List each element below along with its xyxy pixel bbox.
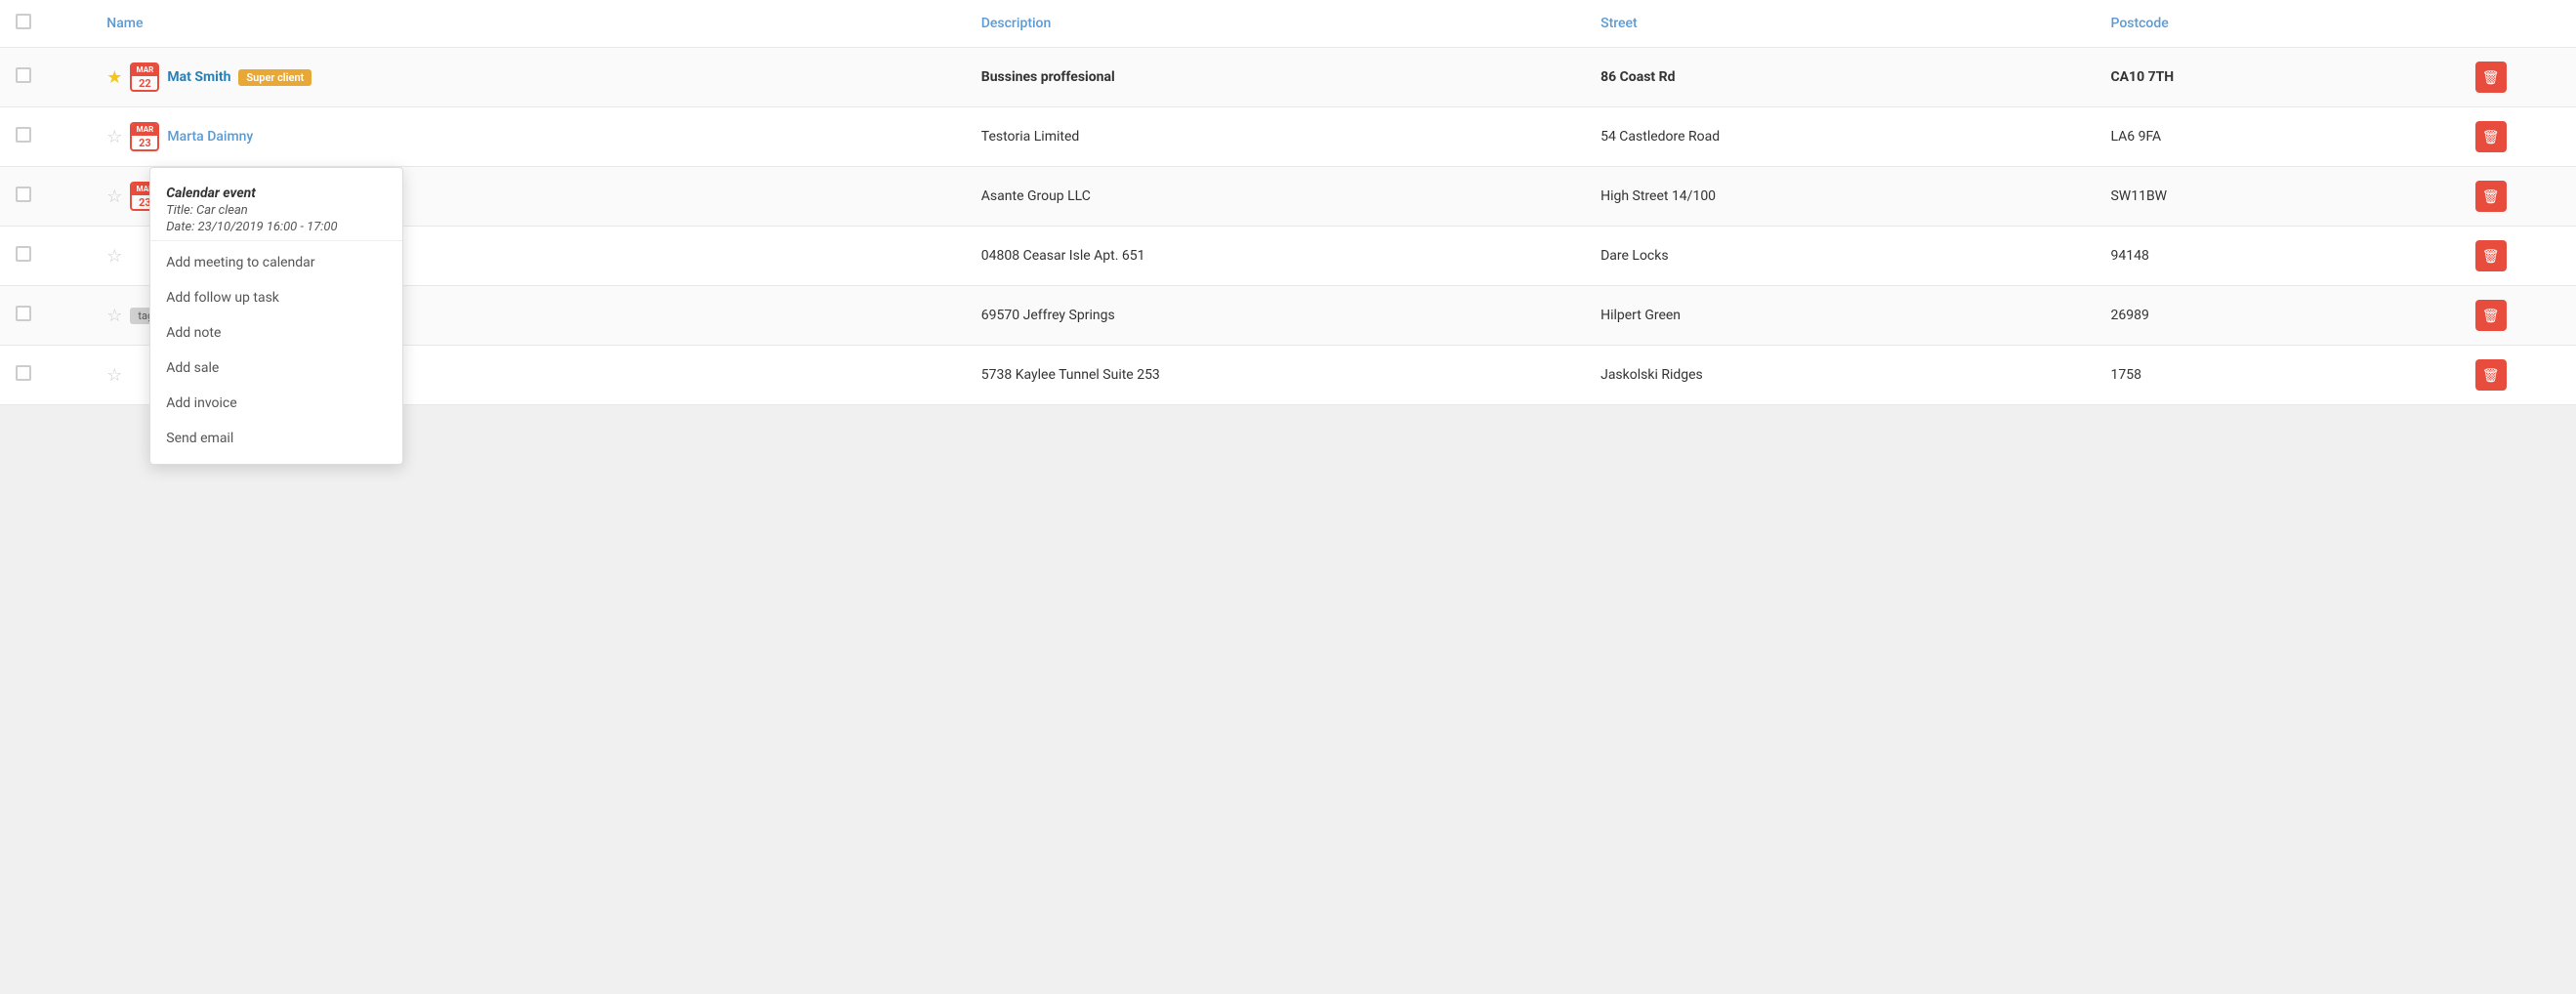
street-text: High Street 14/100 <box>1600 188 1716 204</box>
street-text: Jaskolski Ridges <box>1600 367 1703 383</box>
row-checkbox[interactable] <box>16 127 31 143</box>
context-menu-add-invoice[interactable]: Add invoice <box>150 386 402 421</box>
street-cell: 86 Coast Rd <box>1585 48 2095 107</box>
person-name-link[interactable]: Mat Smith <box>167 69 230 85</box>
description-text: 04808 Ceasar Isle Apt. 651 <box>981 248 1145 264</box>
description-cell: 04808 Ceasar Isle Apt. 651 <box>966 227 1585 286</box>
delete-button[interactable]: 🗑 <box>2475 181 2507 212</box>
table-row: ☆ MAR 23 Martin Kowalsky VIP Calendar ev <box>0 167 2576 227</box>
delete-button[interactable]: 🗑 <box>2475 62 2507 93</box>
column-header-name: Name <box>91 0 966 48</box>
delete-button[interactable]: 🗑 <box>2475 121 2507 152</box>
row-checkbox-cell <box>0 48 91 107</box>
star-icon[interactable]: ☆ <box>106 186 122 207</box>
description-text: 5738 Kaylee Tunnel Suite 253 <box>981 367 1160 383</box>
calendar-month: MAR <box>132 64 157 76</box>
street-cell: Jaskolski Ridges <box>1585 346 2095 405</box>
person-name-link[interactable]: Marta Daimny <box>167 129 253 145</box>
context-menu-header: Calendar event Title: Car clean Date: 23… <box>150 176 402 241</box>
action-cell: 🗑 <box>2460 107 2576 167</box>
column-header-check <box>0 0 91 48</box>
star-icon[interactable]: ☆ <box>106 306 122 326</box>
calendar-day: 23 <box>139 136 151 150</box>
row-checkbox-cell <box>0 167 91 227</box>
super-client-badge: Super client <box>238 69 312 86</box>
column-header-street: Street <box>1585 0 2095 48</box>
street-cell: Hilpert Green <box>1585 286 2095 346</box>
postcode-text: 26989 <box>2110 308 2148 323</box>
context-menu-add-followup[interactable]: Add follow up task <box>150 280 402 315</box>
delete-button[interactable]: 🗑 <box>2475 240 2507 271</box>
postcode-cell: 94148 <box>2095 227 2459 286</box>
description-text: Asante Group LLC <box>981 188 1091 204</box>
street-text: Hilpert Green <box>1600 308 1681 323</box>
action-cell: 🗑 <box>2460 167 2576 227</box>
postcode-cell: CA10 7TH <box>2095 48 2459 107</box>
description-text: Bussines proffesional <box>981 69 1115 85</box>
context-menu-add-note[interactable]: Add note <box>150 315 402 351</box>
street-cell: High Street 14/100 <box>1585 167 2095 227</box>
row-checkbox-cell <box>0 346 91 405</box>
street-cell: Dare Locks <box>1585 227 2095 286</box>
event-title: Calendar event <box>166 186 387 201</box>
description-cell: 5738 Kaylee Tunnel Suite 253 <box>966 346 1585 405</box>
calendar-icon[interactable]: MAR 22 <box>130 62 159 92</box>
postcode-text: 94148 <box>2110 248 2148 264</box>
column-header-postcode: Postcode <box>2095 0 2459 48</box>
calendar-icon[interactable]: MAR 23 <box>130 122 159 151</box>
name-cell: ★ MAR 22 Mat Smith Super client <box>91 48 966 107</box>
postcode-cell: 26989 <box>2095 286 2459 346</box>
event-title-detail: Title: Car clean <box>166 203 387 218</box>
column-header-action <box>2460 0 2576 48</box>
calendar-day: 22 <box>139 76 151 91</box>
description-text: Testoria Limited <box>981 129 1080 145</box>
star-icon[interactable]: ☆ <box>106 365 122 386</box>
context-menu: Calendar event Title: Car clean Date: 23… <box>149 167 403 465</box>
postcode-text: SW11BW <box>2110 188 2167 204</box>
name-cell: ☆ MAR 23 Martin Kowalsky VIP Calendar ev <box>91 167 966 227</box>
delete-button[interactable]: 🗑 <box>2475 359 2507 391</box>
action-cell: 🗑 <box>2460 346 2576 405</box>
row-checkbox-cell <box>0 227 91 286</box>
star-icon[interactable]: ☆ <box>106 127 122 147</box>
action-cell: 🗑 <box>2460 286 2576 346</box>
street-cell: 54 Castledore Road <box>1585 107 2095 167</box>
select-all-checkbox[interactable] <box>16 14 31 29</box>
context-menu-add-meeting[interactable]: Add meeting to calendar <box>150 245 402 280</box>
context-menu-send-email[interactable]: Send email <box>150 421 402 456</box>
row-checkbox[interactable] <box>16 246 31 262</box>
description-cell: Bussines proffesional <box>966 48 1585 107</box>
postcode-cell: SW11BW <box>2095 167 2459 227</box>
description-cell: 69570 Jeffrey Springs <box>966 286 1585 346</box>
column-header-description: Description <box>966 0 1585 48</box>
postcode-text: LA6 9FA <box>2110 129 2161 145</box>
street-text: 54 Castledore Road <box>1600 129 1720 145</box>
postcode-cell: 1758 <box>2095 346 2459 405</box>
street-text: Dare Locks <box>1600 248 1669 264</box>
star-icon[interactable]: ★ <box>106 67 122 88</box>
star-icon[interactable]: ☆ <box>106 246 122 267</box>
postcode-cell: LA6 9FA <box>2095 107 2459 167</box>
name-cell: ☆ MAR 23 Marta Daimny <box>91 107 966 167</box>
row-checkbox[interactable] <box>16 365 31 381</box>
row-checkbox[interactable] <box>16 186 31 202</box>
description-cell: Testoria Limited <box>966 107 1585 167</box>
row-checkbox-cell <box>0 107 91 167</box>
event-date-detail: Date: 23/10/2019 16:00 - 17:00 <box>166 220 387 234</box>
description-text: 69570 Jeffrey Springs <box>981 308 1115 323</box>
row-checkbox[interactable] <box>16 67 31 83</box>
row-checkbox[interactable] <box>16 306 31 321</box>
row-checkbox-cell <box>0 286 91 346</box>
calendar-month: MAR <box>132 124 157 136</box>
street-text: 86 Coast Rd <box>1600 69 1675 85</box>
action-cell: 🗑 <box>2460 48 2576 107</box>
postcode-text: 1758 <box>2110 367 2140 383</box>
description-cell: Asante Group LLC <box>966 167 1585 227</box>
table-row: ★ MAR 22 Mat Smith Super client Bussines… <box>0 48 2576 107</box>
table-row: ☆ MAR 23 Marta Daimny Testoria Limited 5… <box>0 107 2576 167</box>
postcode-text: CA10 7TH <box>2110 69 2174 85</box>
action-cell: 🗑 <box>2460 227 2576 286</box>
delete-button[interactable]: 🗑 <box>2475 300 2507 331</box>
context-menu-add-sale[interactable]: Add sale <box>150 351 402 386</box>
